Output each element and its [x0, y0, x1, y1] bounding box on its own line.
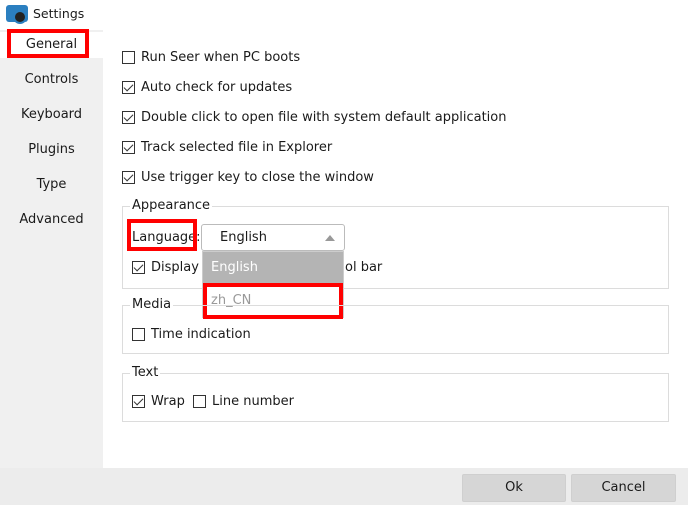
- highlight-general: [7, 29, 89, 58]
- cancel-button[interactable]: Cancel: [571, 474, 676, 502]
- checkbox-checked-icon: [132, 261, 145, 274]
- checkbox-icon: [193, 395, 206, 408]
- option-label: Use trigger key to close the window: [141, 170, 374, 185]
- appearance-title: Appearance: [130, 198, 213, 213]
- checkbox-icon: [122, 51, 135, 64]
- checkbox-checked-icon: [122, 111, 135, 124]
- option-label: Double click to open file with system de…: [141, 110, 507, 125]
- media-title: Media: [130, 297, 174, 312]
- trigger-key-close-checkbox[interactable]: Use trigger key to close the window: [122, 170, 374, 185]
- checkbox-checked-icon: [132, 395, 145, 408]
- title-bar: Settings: [0, 0, 688, 30]
- chevron-up-icon: [325, 235, 335, 241]
- option-label: Line number: [212, 394, 294, 409]
- display-option-suffix: ol bar: [345, 260, 383, 275]
- sidebar: [0, 30, 103, 468]
- text-title: Text: [130, 365, 161, 380]
- sidebar-item-type[interactable]: Type: [0, 177, 103, 192]
- line-number-checkbox[interactable]: Line number: [193, 394, 294, 409]
- double-click-open-checkbox[interactable]: Double click to open file with system de…: [122, 110, 507, 125]
- track-explorer-checkbox[interactable]: Track selected file in Explorer: [122, 140, 332, 155]
- time-indication-checkbox[interactable]: Time indication: [132, 327, 251, 342]
- display-option-checkbox[interactable]: Display t: [132, 260, 208, 275]
- wrap-checkbox[interactable]: Wrap: [132, 394, 185, 409]
- option-label: Display t: [151, 260, 209, 275]
- run-on-boot-checkbox[interactable]: Run Seer when PC boots: [122, 50, 300, 65]
- window-title: Settings: [33, 6, 85, 21]
- sidebar-item-plugins[interactable]: Plugins: [0, 142, 103, 157]
- checkbox-checked-icon: [122, 171, 135, 184]
- highlight-language-label: [127, 219, 197, 251]
- language-select[interactable]: English: [201, 224, 345, 251]
- app-logo-icon: [6, 5, 28, 24]
- option-label: Run Seer when PC boots: [141, 50, 301, 65]
- auto-update-checkbox[interactable]: Auto check for updates: [122, 80, 292, 95]
- checkbox-checked-icon: [122, 141, 135, 154]
- sidebar-item-controls[interactable]: Controls: [0, 72, 103, 87]
- language-option-english[interactable]: English: [203, 252, 343, 284]
- ok-button[interactable]: Ok: [462, 474, 566, 502]
- checkbox-icon: [132, 328, 145, 341]
- option-label: Time indication: [151, 327, 251, 342]
- language-selected-value: English: [220, 230, 267, 245]
- option-label: Auto check for updates: [141, 80, 293, 95]
- sidebar-item-keyboard[interactable]: Keyboard: [0, 107, 103, 122]
- checkbox-checked-icon: [122, 81, 135, 94]
- option-label: Wrap: [151, 394, 185, 409]
- option-label: Track selected file in Explorer: [141, 140, 333, 155]
- sidebar-item-advanced[interactable]: Advanced: [0, 212, 103, 227]
